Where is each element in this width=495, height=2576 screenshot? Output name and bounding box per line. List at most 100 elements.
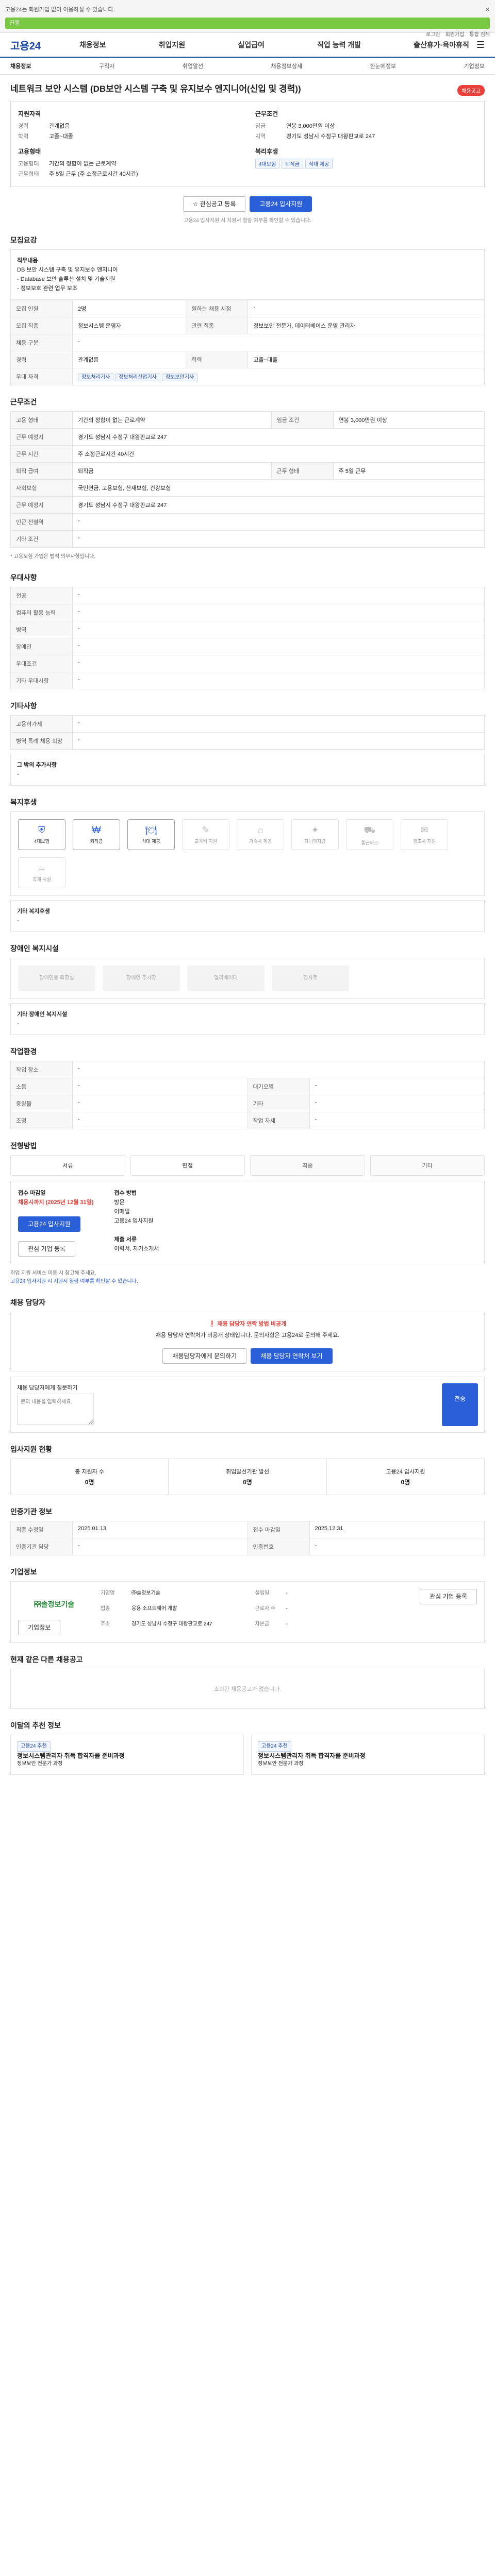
step: 기타 — [370, 1155, 485, 1176]
question-box: 채용 담당자에게 질문하기 전송 — [10, 1376, 485, 1433]
welfare-grid: ⛨ 4대보험 ₩ 퇴직금 🍽 식대 제공 ✎ 교육비 지원 ⌂ 기숙사 제공 ✦ 자녀학자금… — [10, 811, 485, 896]
meal-icon: 🍽 — [145, 824, 157, 835]
interest-button[interactable]: ☆ 관심공고 등록 — [183, 196, 246, 212]
status-badge: 채용공고 — [457, 85, 485, 96]
section-title: 입사지원 현황 — [10, 1445, 53, 1453]
job-description: 직무내용 DB 보안 시스템 구축 및 유지보수 엔지니어 - Database… — [10, 249, 485, 300]
section-title: 전형방법 — [10, 1141, 37, 1150]
step: 서류 — [10, 1155, 125, 1176]
contact-alert: ❗ 채용 담당자 연락 방법 비공개 — [208, 1320, 287, 1327]
welfare-item: ⛨ 4대보험 — [18, 819, 65, 850]
gift-icon: ✉ — [420, 824, 428, 835]
step: 최종 — [250, 1155, 365, 1176]
interest-company-button[interactable]: 관심 기업 등록 — [18, 1241, 75, 1257]
notice-text: 고용24는 회원가입 없이 이용하실 수 있습니다. — [5, 7, 115, 13]
subnav-item[interactable]: 채용정보상세 — [271, 62, 302, 70]
close-icon[interactable]: ✕ — [485, 6, 490, 13]
tag: 4대보험 — [255, 158, 280, 168]
section-title: 복지후생 — [10, 798, 37, 806]
breadcrumb: 채용정보 구직자 취업알선 채용정보상세 한눈에정보 기업정보 — [0, 58, 495, 75]
progress-bar: 진행 — [5, 18, 490, 29]
process-steps: 서류 면접 최종 기타 — [10, 1155, 485, 1176]
nav-leave[interactable]: 출산휴가·육아휴직 — [406, 40, 476, 50]
nav-support[interactable]: 취업지원 — [152, 40, 193, 50]
nav-benefits[interactable]: 실업급여 — [230, 40, 272, 50]
recommend-list: 고용24 추천 정보시스템관리자 취득 합격자를 준비과정 정보보안 전문가 과… — [10, 1734, 485, 1775]
welfare-item: ✦ 자녀학자금 — [291, 819, 339, 850]
top-notice-bar: 고용24는 회원가입 없이 이용하실 수 있습니다. ✕ 진행 로그인 회원가입… — [0, 0, 495, 38]
apply-info: 접수 마감일 채용시까지 (2025년 12월 31일) 고용24 입사지원 관… — [10, 1180, 485, 1264]
disabled-facilities: 장애인용 화장실 장애인 주차장 엘리베이터 경사로 — [10, 957, 485, 999]
site-logo[interactable]: 고용24 — [10, 38, 72, 53]
section-title: 이달의 추천 정보 — [10, 1721, 61, 1730]
house-icon: ⌂ — [257, 824, 263, 835]
question-input[interactable] — [17, 1393, 94, 1425]
section-title: 우대사항 — [10, 573, 37, 582]
global-nav: 고용24 채용정보 취업지원 실업급여 직업 능력 개발 출산휴가·육아휴직 ☰ — [0, 33, 495, 58]
nav-jobs[interactable]: 채용정보 — [72, 40, 113, 50]
section-title: 작업환경 — [10, 1047, 37, 1056]
recruit-table: 모집 인원 2명 원하는 채용 시점 - 모집 직종 정보시스템 운영자 관련 직종 정보보… — [10, 299, 485, 385]
section-title: 근무조건 — [10, 397, 37, 406]
signup-link[interactable]: 회원가입 — [446, 30, 465, 38]
section-title: 채용 담당자 — [10, 1298, 46, 1307]
interest-company-button[interactable]: 관심 기업 등록 — [420, 1588, 477, 1604]
welfare-item: ⌂ 기숙사 제공 — [237, 819, 284, 850]
stat-item: 총 지원자 수 0명 — [11, 1459, 169, 1495]
job-summary: 지원자격 경력 관계없음 학력 고졸~대졸 근무조건 임금 연봉 3,000만원 이상… — [10, 101, 485, 187]
nav-training[interactable]: 직업 능력 개발 — [310, 40, 368, 50]
send-button[interactable]: 전송 — [442, 1383, 478, 1426]
book-icon: ✎ — [202, 824, 210, 835]
facility-item: 장애인 주차장 — [103, 965, 180, 991]
company-box: ㈜솔정보기술 기업정보 기업명 ㈜솔정보기술 설립일 - 업종 응용 소프트웨어 개발 근… — [10, 1581, 485, 1643]
subnav-item[interactable]: 채용정보 — [10, 62, 31, 70]
step: 면접 — [130, 1155, 245, 1176]
shield-icon: ⛨ — [38, 824, 45, 835]
welfare-item: ✎ 교육비 지원 — [182, 819, 229, 850]
tag: 퇴직금 — [282, 158, 303, 168]
section-title: 모집요강 — [10, 235, 37, 244]
contact-box: ❗ 채용 담당자 연락 방법 비공개 채용 담당자 연락처가 비공개 상태입니다… — [10, 1311, 485, 1371]
section-title: 장애인 복지시설 — [10, 944, 59, 953]
welfare-item: ₩ 퇴직금 — [73, 819, 120, 850]
login-link[interactable]: 로그인 — [426, 30, 440, 38]
subnav-item[interactable]: 기업정보 — [464, 62, 484, 70]
menu-icon[interactable]: ☰ — [476, 40, 485, 50]
apply-button[interactable]: 고용24 입사지원 — [18, 1216, 80, 1232]
section-title: 인증기관 정보 — [10, 1507, 53, 1516]
apply-button[interactable]: 고용24 입사지원 — [250, 196, 312, 212]
grad-icon: ✦ — [311, 824, 319, 835]
search-link[interactable]: 통합 검색 — [469, 30, 490, 38]
money-icon: ₩ — [92, 824, 101, 835]
welfare-item: ⛟ 통근버스 — [346, 819, 393, 850]
welfare-item: ☕ 휴게 시설 — [18, 857, 65, 888]
applicant-stats: 총 지원자 수 0명 취업알선기관 알선 0명 고용24 입사지원 0명 — [10, 1458, 485, 1495]
subnav-item[interactable]: 구직자 — [99, 62, 114, 70]
welfare-item: ✉ 경조사 지원 — [401, 819, 448, 850]
recommend-card[interactable]: 고용24 추천 정보시스템관리자 취득 합격자를 준비과정 정보보안 전문가 과… — [251, 1734, 485, 1775]
work-table: 고용 형태 기간의 정함이 없는 근로계약 임금 조건 연봉 3,000만원 이상 근… — [10, 411, 485, 548]
bus-icon: ⛟ — [364, 824, 376, 835]
stat-item: 고용24 입사지원 0명 — [386, 1468, 425, 1486]
etc-table: 고용허가제 - 병역 특례 채용 희망 - — [10, 715, 485, 750]
section-title: 기업정보 — [10, 1567, 37, 1576]
recommend-card[interactable]: 고용24 추천 정보시스템관리자 취득 합격자를 준비과정 정보보안 전문가 과… — [10, 1734, 244, 1775]
apply-note: 고용24 입사지원 시 지원서 열람 여부를 확인할 수 있습니다. — [184, 217, 311, 224]
empty-state: 조회된 채용공고가 없습니다. — [10, 1668, 485, 1709]
chair-icon: ☕ — [37, 862, 46, 873]
section-title: 기타사항 — [10, 701, 37, 710]
company-logo: ㈜솔정보기술 — [34, 1600, 75, 1608]
facility-item: 경사로 — [272, 965, 349, 991]
subnav-item[interactable]: 한눈에정보 — [370, 62, 397, 70]
subnav-item[interactable]: 취업알선 — [183, 62, 203, 70]
info-table: 최종 수정일 2025.01.13 접수 마감일 2025.12.31 인증기관 담당… — [10, 1520, 485, 1555]
facility-item: 장애인용 화장실 — [18, 965, 95, 991]
welfare-tags: 4대보험 퇴직금 식대 제공 — [255, 158, 477, 168]
pref-table: 전공 - 컴퓨터 활용 능력 - 병역 - 장애인 - 우대조건 - 기타 우대사항 - — [10, 586, 485, 689]
contact-inquiry-button[interactable]: 채용담당자에게 문의하기 — [162, 1348, 247, 1364]
welfare-item: 🍽 식대 제공 — [127, 819, 175, 850]
facility-item: 엘리베이터 — [187, 965, 265, 991]
contact-view-button[interactable]: 채용 담당자 연락처 보기 — [251, 1348, 333, 1364]
env-table: 작업 장소 - 소음 - 대기오염 - 중량물 - 기타 - 조명 - 작업 자세 - — [10, 1060, 485, 1129]
company-info-button[interactable]: 기업정보 — [18, 1619, 61, 1635]
